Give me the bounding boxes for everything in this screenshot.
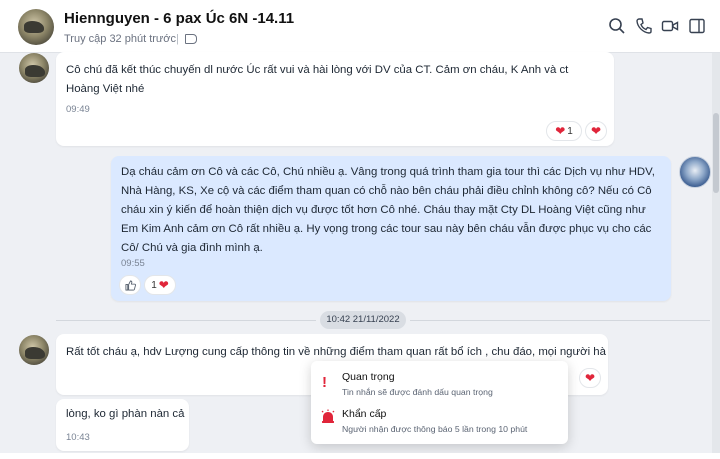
sender-avatar[interactable] [19, 335, 49, 365]
phone-icon[interactable] [635, 17, 653, 35]
group-avatar[interactable] [18, 9, 54, 45]
divider-line [410, 320, 710, 321]
search-icon[interactable] [608, 17, 626, 35]
like-button[interactable] [119, 275, 141, 295]
message-text: Rất tốt cháu ạ, hdv Lượng cung cấp thông… [66, 346, 606, 358]
composer-edge [0, 453, 720, 459]
divider-line [56, 320, 316, 321]
menu-item-desc: Tin nhắn sẽ được đánh dấu quan trọng [342, 387, 493, 397]
message-priority-menu: ! Quan trọng Tin nhắn sẽ được đánh dấu q… [311, 361, 568, 444]
reaction-summary[interactable]: ❤ 1 [546, 121, 582, 141]
heart-icon: ❤ [590, 124, 602, 138]
label-tag-icon[interactable] [185, 34, 197, 44]
react-heart-button[interactable]: ❤ [579, 368, 601, 388]
message-time: 09:55 [121, 258, 145, 269]
reaction-count: 1 [151, 279, 157, 291]
my-avatar[interactable] [679, 156, 711, 188]
header-separator: | [176, 33, 179, 45]
chat-header: Hiennguyen - 6 pax Úc 6N -14.11 Truy cập… [0, 0, 720, 53]
date-divider: 10:42 21/11/2022 [320, 311, 406, 329]
last-seen-status: Truy cập 32 phút trước [64, 33, 176, 45]
heart-icon: ❤ [584, 371, 596, 385]
message-time: 10:43 [66, 432, 90, 443]
exclamation-icon: ! [322, 374, 327, 391]
thumbs-up-icon [125, 280, 136, 290]
menu-item-urgent[interactable]: Khẩn cấp Người nhận được thông báo 5 lần… [311, 403, 568, 443]
message-bubble-outgoing[interactable]: Dạ cháu cảm ơn Cô và các Cô, Chú nhiều ạ… [111, 156, 671, 301]
message-text: Dạ cháu cảm ơn Cô và các Cô, Chú nhiều ạ… [121, 166, 655, 254]
menu-item-important[interactable]: ! Quan trọng Tin nhắn sẽ được đánh dấu q… [311, 363, 568, 403]
heart-icon: ❤ [555, 124, 566, 138]
menu-item-desc: Người nhận được thông báo 5 lần trong 10… [342, 424, 528, 434]
sender-avatar[interactable] [19, 53, 49, 83]
message-text: lòng, ko gì phàn nàn cả [66, 408, 185, 420]
conversation-title[interactable]: Hiennguyen - 6 pax Úc 6N -14.11 [64, 10, 294, 27]
reaction-summary[interactable]: 1 ❤ [144, 275, 176, 295]
video-call-icon[interactable] [661, 17, 679, 35]
react-heart-button[interactable]: ❤ [585, 121, 607, 141]
message-bubble[interactable]: Cô chú đã kết thúc chuyến dl nước Úc rất… [56, 52, 614, 146]
message-text: Cô chú đã kết thúc chuyến dl nước Úc rất… [66, 64, 569, 95]
alarm-bell-icon [321, 409, 335, 423]
sidebar-toggle-icon[interactable] [688, 17, 706, 35]
menu-item-title: Khẩn cấp [342, 408, 387, 420]
message-bubble[interactable]: lòng, ko gì phàn nàn cả 10:43 [56, 399, 189, 451]
menu-item-title: Quan trọng [342, 371, 395, 383]
scrollbar-track[interactable] [712, 53, 720, 459]
message-time: 09:49 [66, 104, 90, 115]
scrollbar-thumb[interactable] [713, 113, 719, 193]
reaction-count: 1 [567, 125, 573, 137]
heart-icon: ❤ [158, 278, 169, 292]
